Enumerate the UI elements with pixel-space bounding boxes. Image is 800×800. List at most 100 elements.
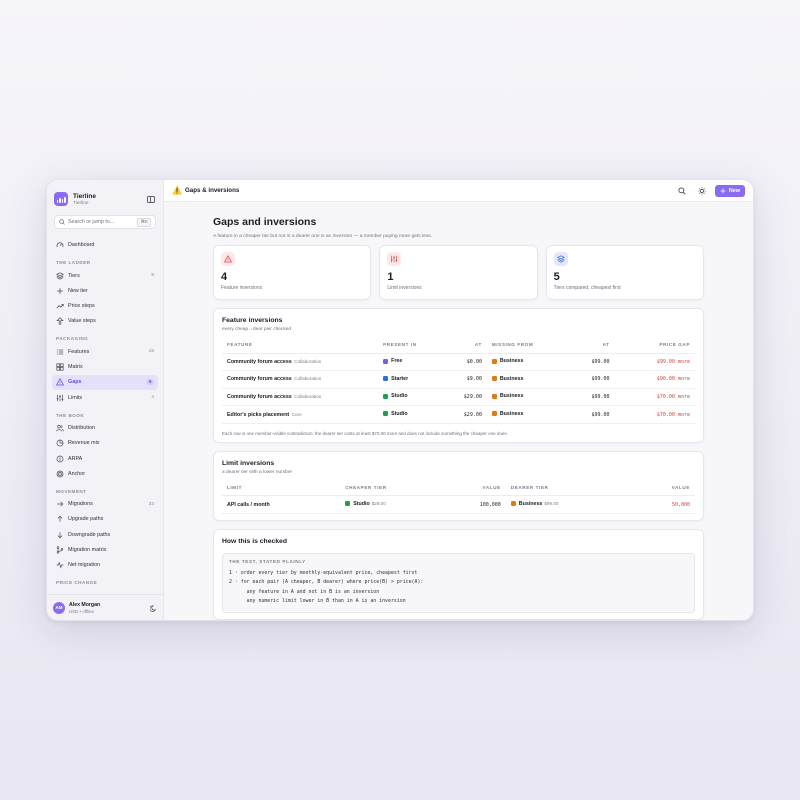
list-icon — [56, 348, 64, 356]
tier-dot — [491, 358, 497, 364]
present-price: $29.00 — [444, 405, 487, 424]
stat-limit-inversions: 1 Limit inversions — [379, 245, 538, 300]
page-content: Gaps and inversions A feature in a cheap… — [164, 202, 753, 620]
sidebar-item-matrix[interactable]: Matrix — [52, 360, 158, 375]
tier-chip[interactable]: Business — [491, 358, 523, 364]
tier-chip[interactable]: Studio — [383, 393, 408, 399]
new-button[interactable]: New — [714, 184, 745, 197]
breadcrumb: ⚠️ Gaps & inversions — [172, 186, 669, 195]
table-row: Community forum access Collaboration Star… — [222, 370, 695, 389]
limit-inversions-table: LIMIT CHEAPER TIER VALUE DEARER TIER VAL… — [222, 482, 695, 514]
table-row: Community forum access Collaboration Stud… — [222, 388, 695, 407]
tier-dot — [491, 376, 497, 382]
column-header: MISSING FROM — [486, 340, 558, 354]
feature-name: Editor's picks placement — [227, 411, 290, 418]
sidebar-item-net-migration[interactable]: Net migration — [52, 558, 158, 573]
arrow-up-icon — [56, 515, 64, 523]
search-box[interactable]: Search or jump to... ⌘K — [54, 215, 156, 229]
sidebar-item-revenue-mix[interactable]: Revenue mix — [52, 436, 158, 451]
dearer-value: 50,000 — [609, 495, 695, 514]
sidebar-item-migrations[interactable]: Migrations 33 — [52, 497, 158, 512]
sun-icon[interactable] — [695, 184, 709, 198]
sidebar-item-new-tier[interactable]: New tier — [52, 284, 158, 299]
card-title: How this is checked — [222, 537, 287, 545]
price-gap: $99.00 more — [614, 353, 695, 372]
app-sub: Tierline — [73, 200, 89, 206]
sidebar-item-dashboard[interactable]: Dashboard — [52, 238, 158, 253]
svg-text:$: $ — [59, 456, 62, 461]
code-line: 2 · for each pair (A cheaper, B dearer) … — [229, 579, 424, 586]
section-the-book: THE BOOK — [56, 412, 85, 418]
search-input[interactable]: Search or jump to... — [68, 219, 137, 225]
sidebar-item-features[interactable]: Features 15 — [52, 344, 158, 359]
arrow-right-icon — [56, 500, 64, 508]
test-code-block: THE TEST, STATED PLAINLY 1 · order every… — [222, 552, 695, 613]
missing-price: $99.00 — [557, 370, 615, 389]
tier-chip[interactable]: Business $99.00 — [510, 501, 558, 507]
column-header: VALUE — [609, 482, 695, 497]
dollar-circle-icon: $ — [56, 455, 64, 463]
user-profile[interactable]: AM Alex Morgan USD • offline — [47, 594, 163, 620]
column-header: VALUE — [444, 482, 506, 497]
tier-dot — [491, 411, 497, 417]
sidebar-item-tiers[interactable]: Tiers 5 — [52, 268, 158, 283]
sliders-icon — [387, 252, 402, 266]
table-row: API calls / month Studio $29.00 100,000 Busi… — [222, 495, 695, 514]
feature-category: Core — [291, 411, 302, 417]
sidebar-toggle-icon[interactable] — [147, 195, 155, 203]
feature-name: Community forum access — [227, 358, 292, 365]
tier-dot — [383, 358, 389, 364]
activity-icon — [56, 561, 64, 569]
layers-icon — [56, 271, 64, 280]
search-shortcut: ⌘K — [137, 217, 151, 227]
sidebar-item-value-steps[interactable]: Value steps — [52, 314, 158, 329]
column-header: PRICE GAP — [614, 340, 695, 354]
limit-inversions-card: Limit inversions a dearer tier with a lo… — [213, 450, 704, 521]
feature-category: Collaboration — [294, 393, 322, 399]
search-icon[interactable] — [675, 184, 689, 198]
brand: Tierline Tierline — [47, 180, 163, 210]
how-checked-card: How this is checked THE TEST, STATED PLA… — [213, 528, 704, 620]
pie-chart-icon — [56, 439, 64, 447]
cheaper-value: 100,000 — [444, 495, 506, 514]
sidebar-item-anchor[interactable]: Anchor — [52, 467, 158, 482]
page-title: Gaps and inversions — [213, 216, 317, 228]
tier-chip[interactable]: Business — [491, 411, 523, 417]
sidebar-item-distribution[interactable]: Distribution — [52, 421, 158, 436]
sidebar-item-upgrade-paths[interactable]: Upgrade paths — [52, 512, 158, 527]
sidebar-item-arpa[interactable]: $ ARPA — [52, 451, 158, 466]
column-header: DEARER TIER — [505, 482, 610, 497]
moon-icon[interactable] — [149, 599, 157, 617]
sidebar-item-downgrade-paths[interactable]: Downgrade paths — [52, 527, 158, 542]
page-subtitle: A feature in a cheaper tier but not in a… — [213, 234, 433, 239]
section-packaging: PACKAGING — [56, 336, 89, 342]
code-line: any feature in A and not in B is an inve… — [229, 588, 380, 595]
section-price-change: PRICE CHANGE — [56, 580, 98, 586]
tier-dot — [510, 501, 516, 507]
tier-chip[interactable]: Studio $29.00 — [345, 501, 386, 507]
feature-inversions-card: Feature inversions every cheap→dear pair… — [213, 308, 704, 443]
present-price: $0.00 — [444, 353, 487, 372]
tier-dot — [383, 411, 389, 417]
sidebar-item-limits[interactable]: Limits 4 — [52, 390, 158, 405]
column-header: AT — [557, 340, 615, 354]
column-header: LIMIT — [222, 482, 341, 497]
tier-chip[interactable]: Business — [491, 376, 523, 382]
tier-dot — [383, 393, 389, 399]
app-window: Tierline Tierline Search or jump to... ⌘… — [46, 179, 754, 621]
code-line: any numeric limit lower in B than in A i… — [229, 598, 406, 605]
tier-chip[interactable]: Starter — [383, 376, 408, 382]
search-icon — [59, 219, 65, 225]
sidebar-item-migration-matrix[interactable]: Migration matrix — [52, 543, 158, 558]
stat-feature-inversions: 4 Feature inversions — [213, 245, 372, 300]
tier-chip[interactable]: Free — [383, 358, 402, 364]
user-name: Alex Morgan — [69, 601, 101, 608]
tier-chip[interactable]: Business — [491, 393, 523, 399]
sidebar-item-price-steps[interactable]: Price steps — [52, 299, 158, 314]
warning-triangle-icon — [221, 252, 235, 266]
present-price: $9.00 — [444, 370, 487, 389]
sidebar-item-gaps[interactable]: Gaps 5 — [52, 375, 158, 390]
price-gap: $90.00 more — [614, 370, 695, 389]
tier-chip[interactable]: Studio — [383, 411, 408, 417]
sidebar: Tierline Tierline Search or jump to... ⌘… — [47, 180, 164, 620]
